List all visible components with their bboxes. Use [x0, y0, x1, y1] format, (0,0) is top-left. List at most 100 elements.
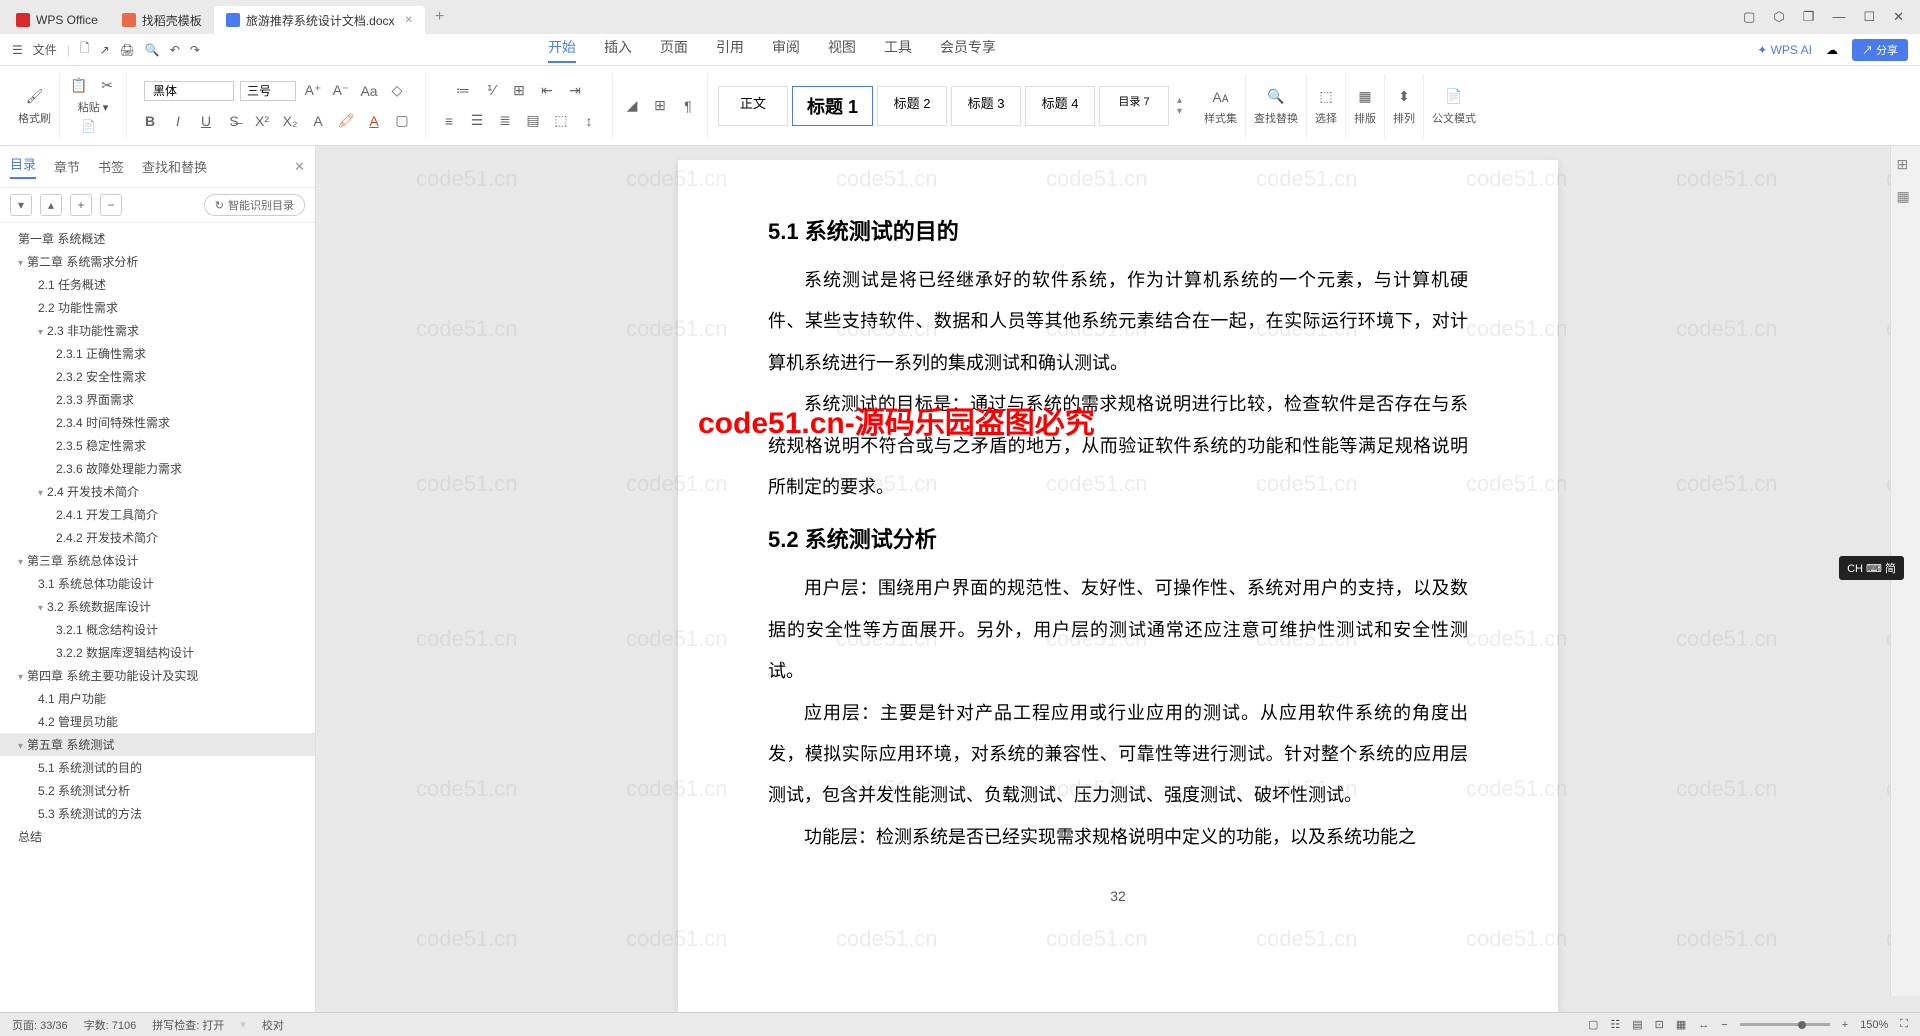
tab-wps-home[interactable]: WPS Office	[4, 6, 110, 34]
char-border-icon[interactable]: ▢	[391, 110, 413, 132]
align-left-icon[interactable]: ≡	[438, 110, 460, 132]
cube-icon[interactable]: ⬡	[1773, 9, 1784, 25]
toc-item[interactable]: 4.2 管理员功能	[0, 710, 315, 733]
superscript-icon[interactable]: X²	[251, 110, 273, 132]
toc-item[interactable]: 2.3.4 时间特殊性需求	[0, 411, 315, 434]
redo-icon[interactable]: ↷	[190, 43, 200, 57]
paste-button[interactable]: 粘贴	[78, 102, 100, 114]
spellcheck-status[interactable]: 拼写检查: 打开	[152, 1017, 224, 1033]
font-select[interactable]	[144, 81, 234, 101]
shading-icon[interactable]: ◢	[621, 95, 643, 117]
save-icon[interactable]: 🗋	[80, 39, 90, 60]
toc-item[interactable]: 2.3.5 稳定性需求	[0, 434, 315, 457]
toc-item[interactable]: 2.3.3 界面需求	[0, 388, 315, 411]
tool-icon[interactable]: ▦	[1897, 188, 1915, 206]
close-window-icon[interactable]: ✕	[1893, 9, 1904, 25]
indent-inc-icon[interactable]: ⇥	[564, 80, 586, 102]
style-h1[interactable]: 标题 1	[792, 86, 873, 126]
zoom-in-icon[interactable]: +	[1842, 1019, 1848, 1031]
align-justify-icon[interactable]: ▤	[522, 110, 544, 132]
toc-item[interactable]: 2.3.2 安全性需求	[0, 365, 315, 388]
file-menu[interactable]: 文件	[33, 41, 57, 58]
style-h3[interactable]: 标题 3	[951, 86, 1021, 126]
toc-item[interactable]: 3.2.1 概念结构设计	[0, 618, 315, 641]
settings-icon[interactable]: ❐	[1803, 9, 1815, 25]
toc-item[interactable]: ▾第二章 系统需求分析	[0, 250, 315, 273]
tool-icon[interactable]: ⊞	[1897, 156, 1915, 174]
docmode-icon[interactable]: 📄	[1443, 86, 1465, 108]
maximize-icon[interactable]: ☐	[1863, 9, 1875, 25]
docmode-button[interactable]: 公文模式	[1432, 110, 1476, 126]
case-icon[interactable]: Aa	[358, 80, 380, 102]
sidetab-toc[interactable]: 目录	[10, 154, 36, 179]
numbering-icon[interactable]: ⅟	[480, 80, 502, 102]
styleset-icon[interactable]: Aᴀ	[1210, 86, 1232, 108]
arrange-button[interactable]: 排列	[1393, 110, 1415, 126]
subscript-icon[interactable]: X₂	[279, 110, 301, 132]
italic-icon[interactable]: I	[167, 110, 189, 132]
clear-format-icon[interactable]: ◇	[386, 80, 408, 102]
toc-item[interactable]: 2.1 任务概述	[0, 273, 315, 296]
toc-item[interactable]: ▾2.3 非功能性需求	[0, 319, 315, 342]
tab-reference[interactable]: 引用	[716, 37, 744, 63]
tab-view[interactable]: 视图	[828, 37, 856, 63]
line-spacing-icon[interactable]: ↕	[578, 110, 600, 132]
toc-item[interactable]: 5.3 系统测试的方法	[0, 802, 315, 825]
cut-icon[interactable]: ✂	[96, 75, 118, 97]
sidetab-find[interactable]: 查找和替换	[142, 157, 207, 176]
align-right-icon[interactable]: ≣	[494, 110, 516, 132]
find-replace-button[interactable]: 查找替换	[1254, 110, 1298, 126]
copy-icon[interactable]: 📋	[68, 75, 90, 97]
remove-icon[interactable]: −	[100, 194, 122, 216]
toc-item[interactable]: 2.4.1 开发工具简介	[0, 503, 315, 526]
undo-icon[interactable]: ↶	[170, 43, 180, 57]
marks-icon[interactable]: ¶	[677, 95, 699, 117]
layout-icon[interactable]: ▦	[1354, 86, 1376, 108]
tab-start[interactable]: 开始	[548, 37, 576, 63]
style-toc[interactable]: 目录 7	[1099, 86, 1169, 126]
tab-page[interactable]: 页面	[660, 37, 688, 63]
toc-item[interactable]: ▾3.2 系统数据库设计	[0, 595, 315, 618]
export-icon[interactable]: ↗	[100, 43, 110, 57]
page-indicator[interactable]: 页面: 33/36	[12, 1017, 68, 1033]
layout-button[interactable]: 排版	[1354, 110, 1376, 126]
zoom-out-icon[interactable]: −	[1721, 1019, 1727, 1031]
toc-item[interactable]: 3.2.2 数据库逻辑结构设计	[0, 641, 315, 664]
strike-icon[interactable]: S̶	[223, 110, 245, 132]
format-painter[interactable]: 格式刷	[18, 110, 51, 126]
fullscreen-icon[interactable]: ⛶	[1900, 1018, 1908, 1031]
zoom-slider[interactable]	[1740, 1023, 1830, 1026]
align-center-icon[interactable]: ☰	[466, 110, 488, 132]
share-button[interactable]: ↗ 分享	[1852, 39, 1908, 61]
border-icon[interactable]: ⊞	[649, 95, 671, 117]
underline-icon[interactable]: U	[195, 110, 217, 132]
tab-templates[interactable]: 找稻壳模板	[110, 6, 214, 34]
style-up-icon[interactable]: ▴	[1177, 95, 1182, 106]
word-count[interactable]: 字数: 7106	[84, 1017, 137, 1033]
view-icon[interactable]: ▢	[1588, 1018, 1598, 1031]
tab-member[interactable]: 会员专享	[940, 37, 996, 63]
increase-font-icon[interactable]: A⁺	[302, 80, 324, 102]
arrange-icon[interactable]: ⬍	[1393, 86, 1415, 108]
toc-item[interactable]: ▾第五章 系统测试	[0, 733, 315, 756]
toc-item[interactable]: 2.3.1 正确性需求	[0, 342, 315, 365]
toc-item[interactable]: 3.1 系统总体功能设计	[0, 572, 315, 595]
view-icon[interactable]: ▦	[1676, 1018, 1686, 1031]
zoom-level[interactable]: 150%	[1860, 1019, 1888, 1031]
close-icon[interactable]: ✕	[405, 15, 413, 26]
proofread[interactable]: 校对	[262, 1017, 284, 1033]
decrease-font-icon[interactable]: A⁻	[330, 80, 352, 102]
select-icon[interactable]: ⬚	[1315, 86, 1337, 108]
style-h4[interactable]: 标题 4	[1025, 86, 1095, 126]
toc-item[interactable]: 2.3.6 故障处理能力需求	[0, 457, 315, 480]
preview-icon[interactable]: 🔍	[145, 43, 160, 57]
add-icon[interactable]: +	[70, 194, 92, 216]
sidetab-bookmark[interactable]: 书签	[98, 157, 124, 176]
toc-item[interactable]: 2.4.2 开发技术简介	[0, 526, 315, 549]
collapse-icon[interactable]: ▾	[10, 194, 32, 216]
view-icon[interactable]: ⊡	[1655, 1018, 1664, 1031]
view-icon[interactable]: ↔	[1698, 1019, 1709, 1031]
tab-document[interactable]: 旅游推荐系统设计文档.docx✕	[214, 6, 425, 34]
multilevel-icon[interactable]: ⊞	[508, 80, 530, 102]
clipboard-icon[interactable]: 📄	[78, 115, 100, 137]
